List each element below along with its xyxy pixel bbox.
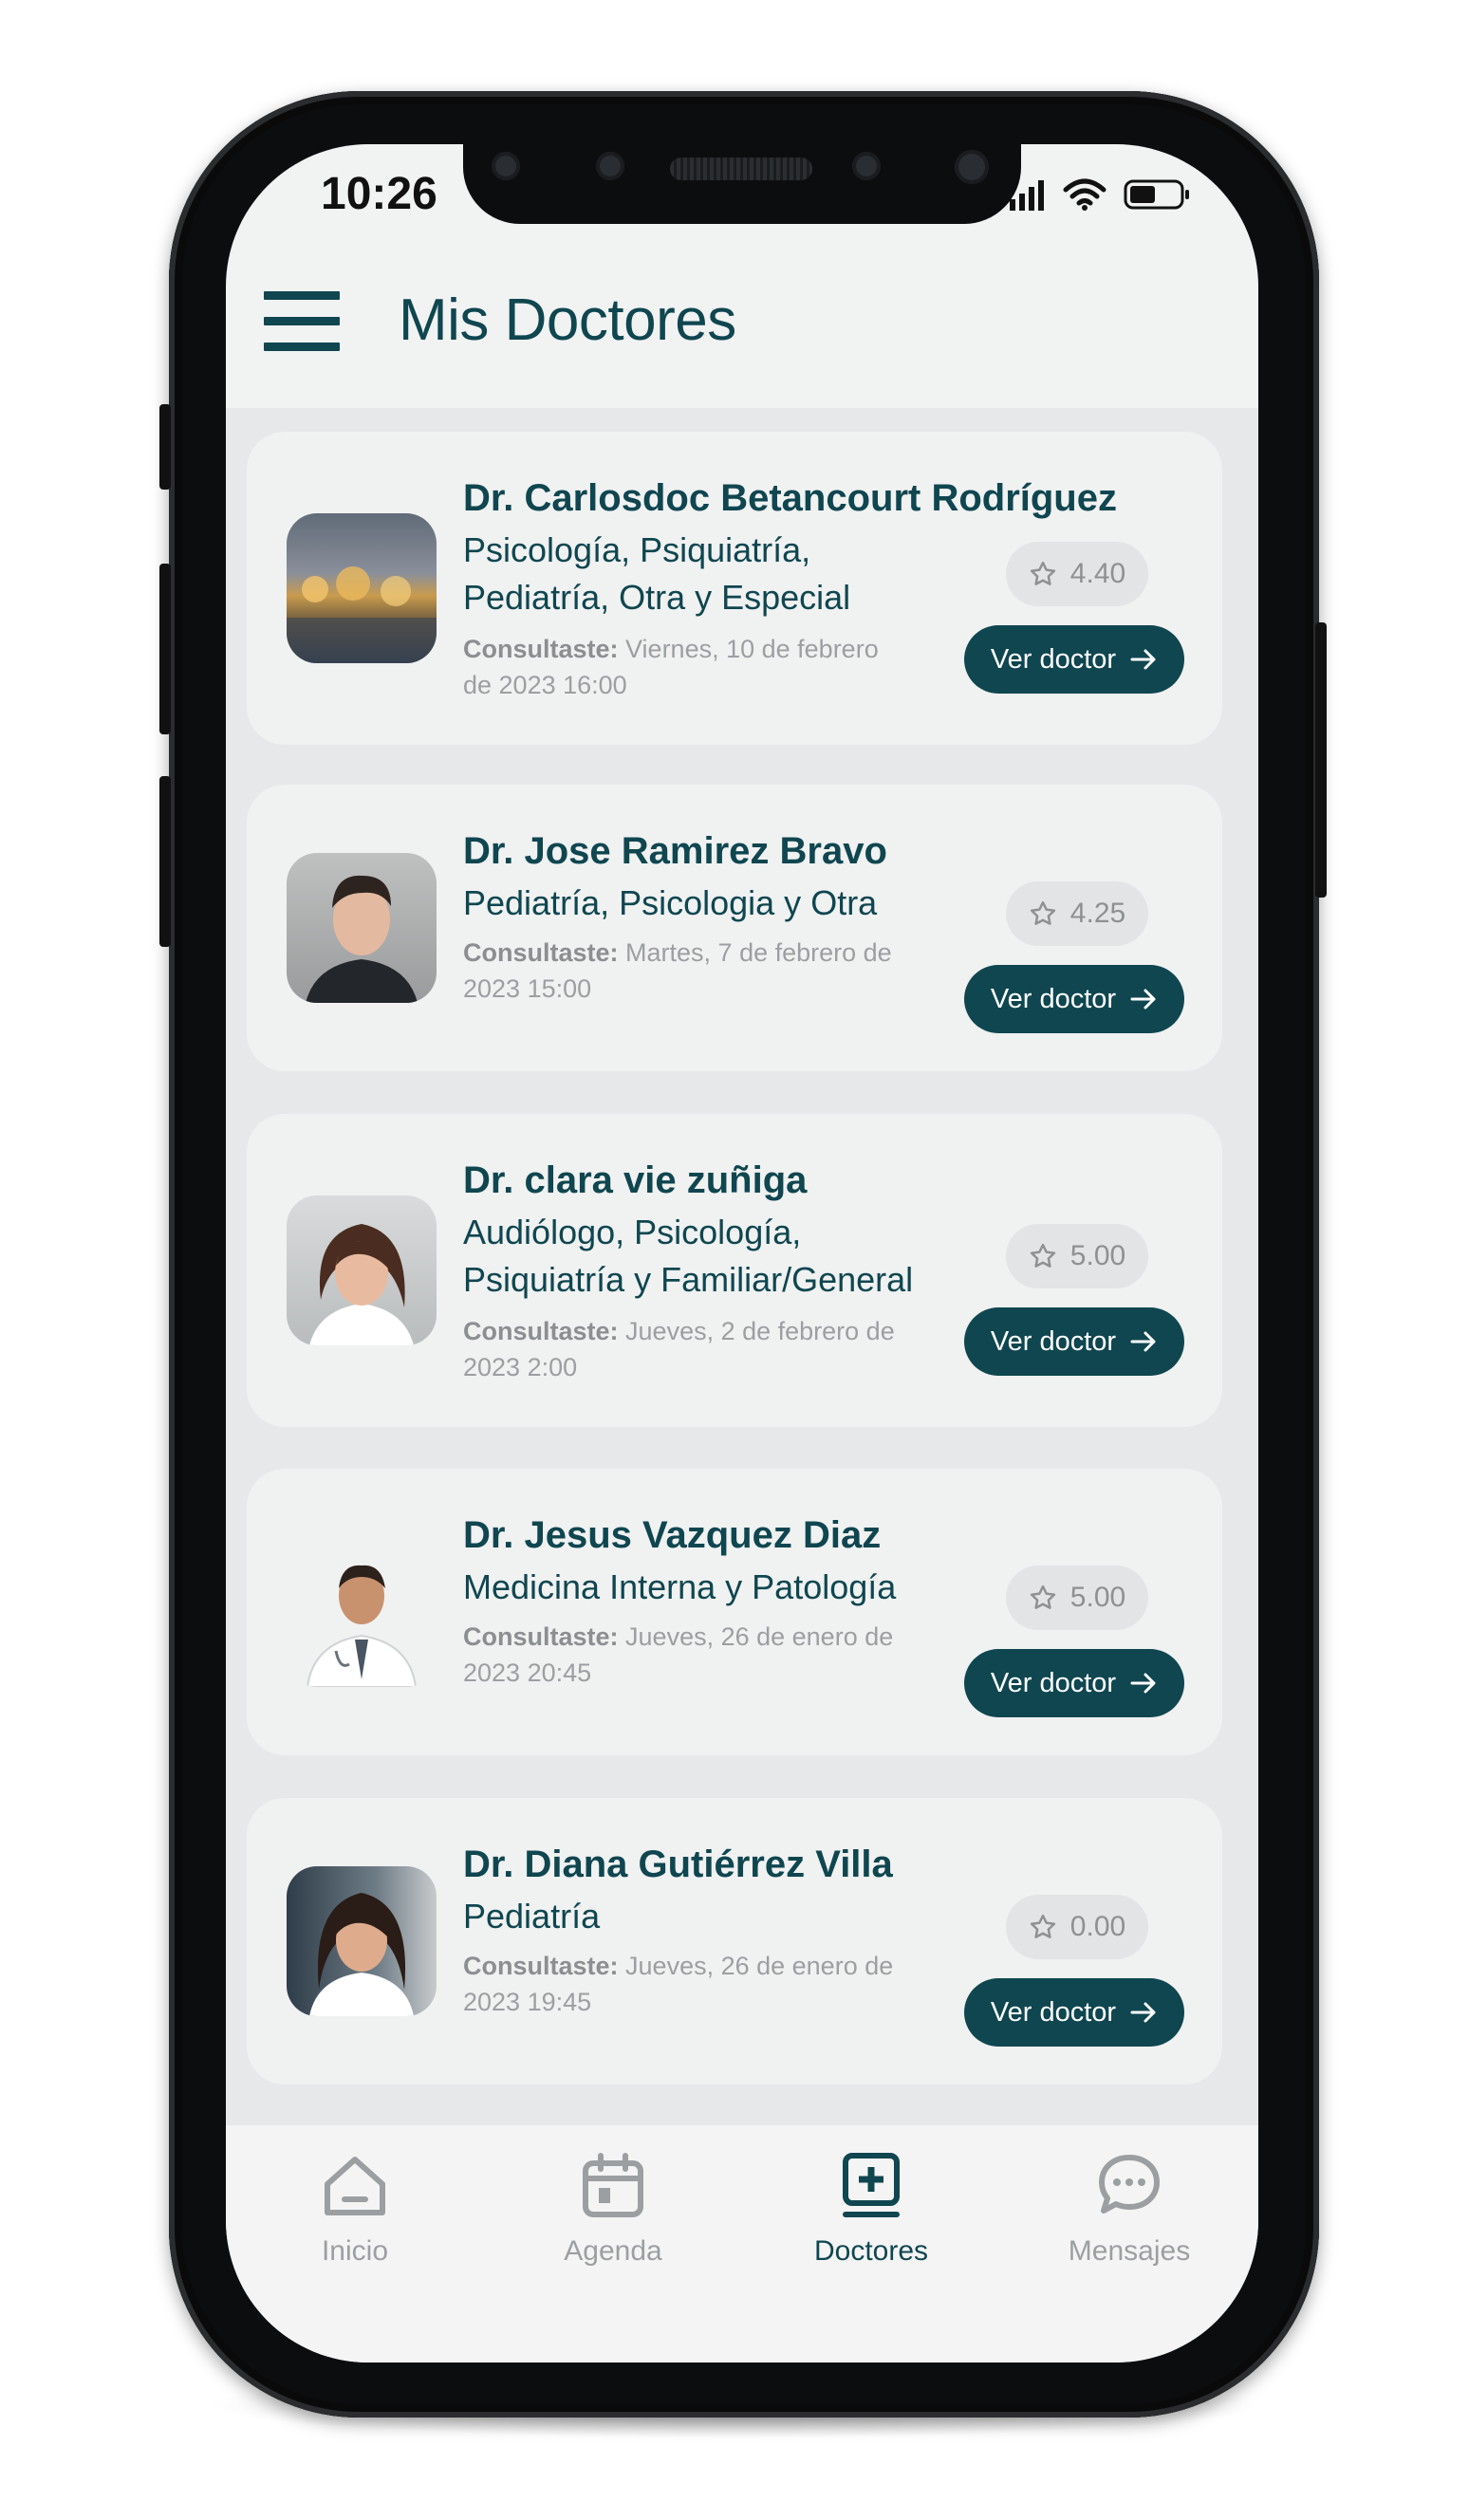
nav-label: Mensajes	[1068, 2235, 1191, 2267]
doctor-name: Dr. Jesus Vazquez Diaz	[463, 1514, 882, 1556]
rating-badge: 4.40	[1006, 542, 1148, 606]
ver-doctor-button[interactable]: Ver doctor	[964, 625, 1184, 694]
arrow-right-icon	[1130, 2002, 1156, 2023]
sensor-dot	[492, 152, 520, 180]
rating-badge: 0.00	[1006, 1895, 1148, 1959]
doctor-specialties: Pediatría	[463, 1897, 601, 1936]
doctor-specialties: Pediatría, Psicologia y Otra	[463, 883, 878, 922]
ver-doctor-button[interactable]: Ver doctor	[964, 1307, 1184, 1376]
doctor-name: Dr. Carlosdoc Betancourt Rodríguez	[463, 477, 1117, 519]
star-icon	[1030, 900, 1055, 925]
star-icon	[1030, 1243, 1055, 1268]
doctor-avatar	[287, 1866, 437, 2016]
wifi-icon	[1063, 178, 1106, 211]
status-icons	[1008, 178, 1192, 211]
hamburger-menu-icon[interactable]	[264, 291, 340, 358]
chat-icon	[1099, 2155, 1160, 2214]
doctor-name: Dr. clara vie zuñiga	[463, 1159, 808, 1201]
nav-label: Inicio	[321, 2235, 389, 2267]
doctor-card[interactable]: Dr. Jesus Vazquez Diaz Medicina Interna …	[247, 1469, 1222, 1755]
rating-value: 5.00	[1069, 1240, 1126, 1271]
status-time: 10:26	[321, 169, 437, 219]
earpiece-speaker	[670, 158, 812, 180]
doctor-avatar	[287, 1195, 437, 1345]
doctor-avatar	[287, 853, 437, 1003]
nav-item-agenda[interactable]: Agenda	[484, 2125, 742, 2296]
page-title: Mis Doctores	[399, 287, 736, 353]
arrow-right-icon	[1130, 989, 1156, 1010]
last-consultation: Consultaste: Jueves, 26 de enero de 2023…	[463, 1952, 894, 2016]
star-icon	[1030, 561, 1055, 585]
last-consultation: Consultaste: Jueves, 2 de febrero de 202…	[463, 1317, 895, 1381]
volume-up-button	[159, 564, 171, 734]
rating-badge: 5.00	[1006, 1566, 1148, 1630]
volume-down-button	[159, 776, 171, 947]
doctor-card[interactable]: Dr. Carlosdoc Betancourt Rodríguez Psico…	[247, 432, 1222, 745]
bottom-navigation: Inicio Agenda Doctores Mensajes	[226, 2125, 1258, 2362]
nav-item-inicio[interactable]: Inicio	[226, 2125, 484, 2296]
ver-doctor-button[interactable]: Ver doctor	[964, 1978, 1184, 2047]
doctor-list[interactable]: Dr. Carlosdoc Betancourt Rodríguez Psico…	[226, 408, 1258, 2125]
arrow-right-icon	[1130, 1331, 1156, 1352]
doctor-card[interactable]: Dr. Diana Gutiérrez Villa Pediatría Cons…	[247, 1798, 1222, 2085]
power-button	[1315, 622, 1327, 898]
battery-icon	[1124, 179, 1189, 210]
doctor-specialties: Medicina Interna y Patología	[463, 1567, 897, 1606]
doctor-specialties: Audiólogo, Psicología, Psiquiatría y Fam…	[463, 1213, 914, 1299]
rating-value: 5.00	[1069, 1582, 1126, 1613]
doctor-specialties: Psicología, Psiquiatría, Pediatría, Otra…	[463, 530, 851, 617]
silent-switch	[159, 404, 171, 490]
front-camera	[955, 150, 989, 184]
nav-item-doctores[interactable]: Doctores	[742, 2125, 1000, 2296]
last-consultation: Consultaste: Viernes, 10 de febrero de 2…	[463, 635, 879, 699]
ver-doctor-button[interactable]: Ver doctor	[964, 1649, 1184, 1717]
calendar-icon	[583, 2153, 643, 2217]
doctor-avatar	[287, 1537, 437, 1687]
doctor-card[interactable]: Dr. Jose Ramirez Bravo Pediatría, Psicol…	[247, 785, 1222, 1071]
last-consultation: Consultaste: Martes, 7 de febrero de 202…	[463, 938, 892, 1003]
star-icon	[1030, 1914, 1055, 1938]
sensor-dot	[852, 152, 881, 180]
arrow-right-icon	[1130, 649, 1156, 670]
nav-label: Doctores	[813, 2235, 929, 2267]
doctor-avatar	[287, 513, 437, 663]
rating-badge: 5.00	[1006, 1224, 1148, 1288]
star-icon	[1030, 1584, 1055, 1609]
rating-value: 4.40	[1069, 558, 1126, 589]
last-consultation: Consultaste: Jueves, 26 de enero de 2023…	[463, 1622, 894, 1687]
nav-item-mensajes[interactable]: Mensajes	[1000, 2125, 1258, 2296]
sensor-dot	[596, 152, 624, 180]
doctor-name: Dr. Diana Gutiérrez Villa	[463, 1844, 893, 1885]
ver-doctor-button[interactable]: Ver doctor	[964, 965, 1184, 1033]
doctor-card[interactable]: Dr. clara vie zuñiga Audiólogo, Psicolog…	[247, 1114, 1222, 1427]
rating-value: 0.00	[1069, 1911, 1126, 1942]
doctor-name: Dr. Jose Ramirez Bravo	[463, 830, 887, 872]
doctor-plus-icon	[843, 2153, 900, 2217]
phone-screen: 10:26 Mis Doctores Dr. Carlosdoc Betanco…	[226, 144, 1258, 2362]
arrow-right-icon	[1130, 1673, 1156, 1694]
home-icon	[325, 2157, 385, 2215]
rating-value: 4.25	[1069, 898, 1126, 929]
app-header: Mis Doctores	[226, 249, 1258, 410]
phone-notch	[463, 140, 1021, 224]
rating-badge: 4.25	[1006, 881, 1148, 946]
nav-label: Agenda	[564, 2235, 662, 2267]
